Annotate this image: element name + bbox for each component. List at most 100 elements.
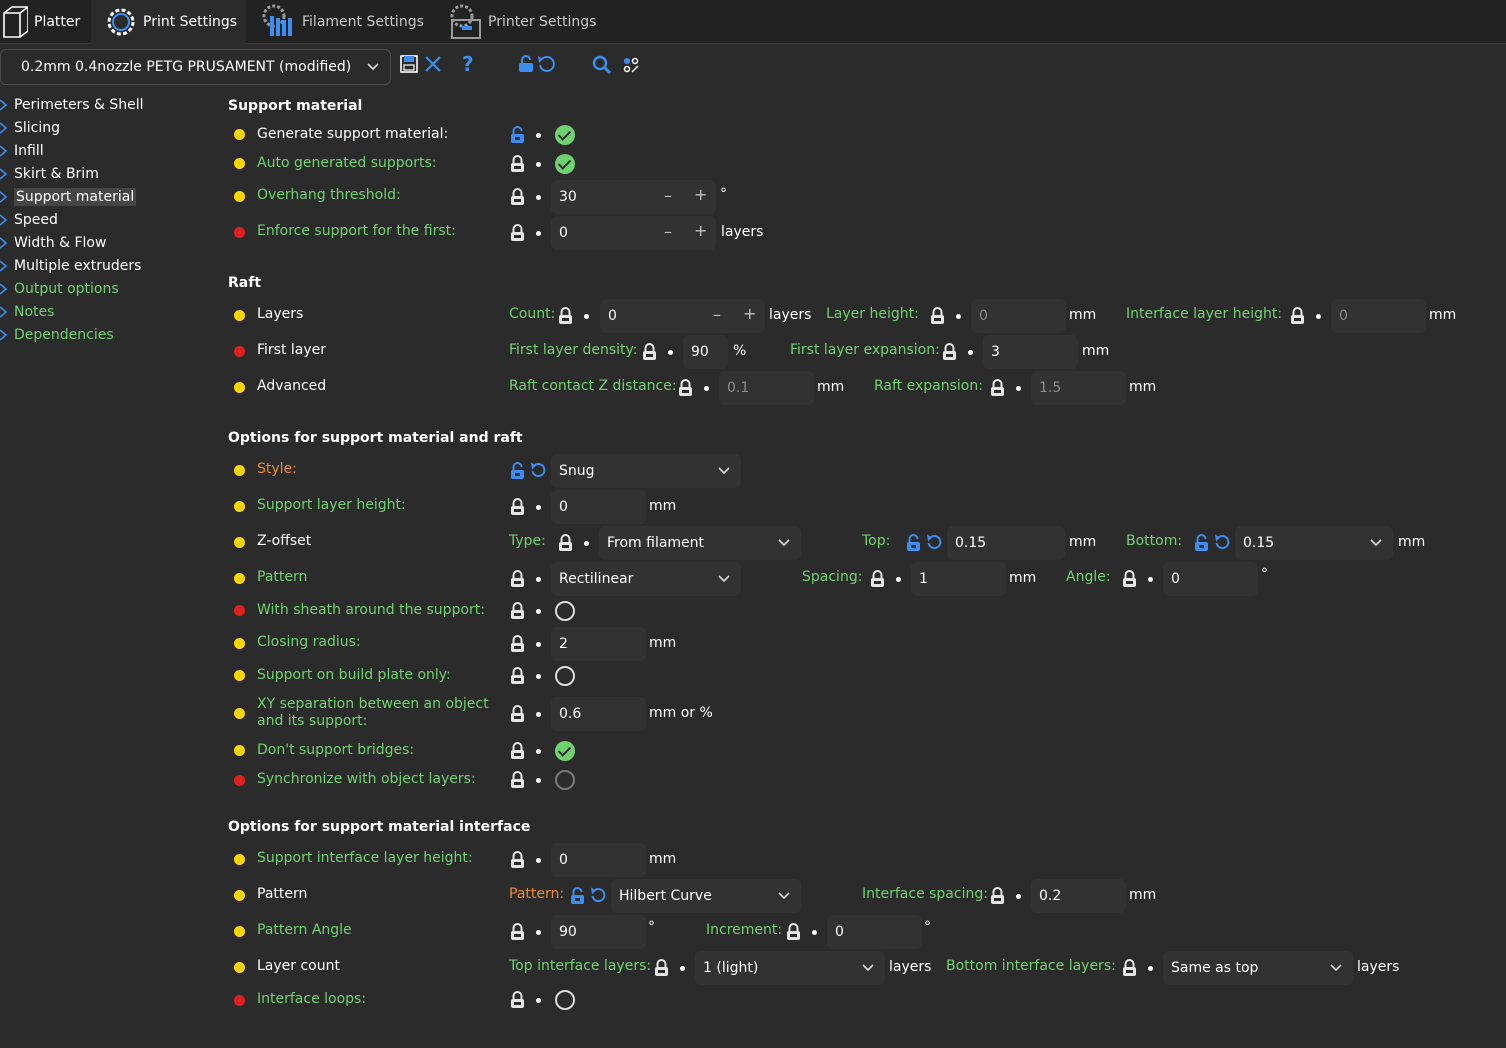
- sidebar-item[interactable]: Infill: [0, 140, 44, 162]
- lock-icon[interactable]: [930, 307, 945, 329]
- lock-icon[interactable]: [786, 923, 801, 945]
- raft-expansion-input[interactable]: 1.5: [1031, 371, 1126, 405]
- tab-print-settings[interactable]: Print Settings: [91, 0, 246, 44]
- checkbox-unchecked[interactable]: [555, 770, 575, 790]
- minus-button[interactable]: –: [664, 186, 672, 205]
- lock-icon[interactable]: [510, 705, 525, 727]
- plus-button[interactable]: +: [694, 185, 707, 204]
- compare-icon[interactable]: [622, 56, 640, 78]
- lock-icon[interactable]: [510, 635, 525, 657]
- interface-spacing-input[interactable]: 0.2: [1031, 879, 1126, 913]
- lock-icon[interactable]: [1122, 570, 1137, 592]
- zoffset-type-dropdown[interactable]: From filament: [599, 526, 801, 560]
- spacing-input[interactable]: 1: [911, 562, 1006, 596]
- sidebar-item[interactable]: Speed: [0, 209, 58, 231]
- unlock-icon[interactable]: [510, 126, 525, 148]
- sidebar-item[interactable]: Perimeters & Shell: [0, 94, 144, 116]
- enforce-layers-input[interactable]: 0 – +: [551, 216, 716, 250]
- tab-platter[interactable]: Platter: [0, 0, 90, 44]
- undo-icon[interactable]: [590, 886, 606, 908]
- sidebar-item-label: Multiple extruders: [14, 258, 142, 274]
- lock-icon[interactable]: [510, 224, 525, 246]
- lock-icon[interactable]: [510, 570, 525, 592]
- lock-icon[interactable]: [870, 570, 885, 592]
- sidebar-item[interactable]: Dependencies: [0, 324, 114, 346]
- interface-height-input[interactable]: 0: [551, 843, 646, 877]
- lock-icon[interactable]: [510, 602, 525, 624]
- sidebar-item[interactable]: Width & Flow: [0, 232, 106, 254]
- lock-icon[interactable]: [510, 771, 525, 793]
- lock-icon[interactable]: [510, 923, 525, 945]
- undo-icon[interactable]: [926, 533, 942, 555]
- minus-button[interactable]: –: [713, 305, 721, 324]
- lock-icon[interactable]: [942, 343, 957, 365]
- lock-icon[interactable]: [518, 55, 534, 77]
- raft-interface-height-input[interactable]: 0: [1331, 299, 1426, 333]
- checkbox-unchecked[interactable]: [555, 666, 575, 686]
- interface-pattern-dropdown[interactable]: Hilbert Curve: [611, 879, 801, 913]
- save-icon[interactable]: [400, 55, 418, 77]
- increment-input[interactable]: 0: [827, 915, 922, 949]
- sidebar-item[interactable]: Output options: [0, 278, 119, 300]
- lock-icon[interactable]: [654, 959, 669, 981]
- sidebar-item[interactable]: Notes: [0, 301, 54, 323]
- raft-contact-z-input[interactable]: 0.1: [719, 371, 814, 405]
- top-interface-layers-dropdown[interactable]: 1 (light): [695, 951, 885, 985]
- first-layer-density-input[interactable]: 90: [683, 335, 728, 369]
- lock-icon[interactable]: [990, 379, 1005, 401]
- sidebar-item[interactable]: Support material: [0, 186, 137, 208]
- zoffset-bottom-dropdown[interactable]: 0.15: [1235, 526, 1393, 560]
- closing-radius-input[interactable]: 2: [551, 627, 646, 661]
- lock-icon[interactable]: [510, 991, 525, 1013]
- checkbox-checked[interactable]: [555, 125, 575, 145]
- checkbox-checked[interactable]: [555, 154, 575, 174]
- checkbox-checked[interactable]: [555, 741, 575, 761]
- preset-dropdown[interactable]: 0.2mm 0.4nozzle PETG PRUSAMENT (modified…: [0, 49, 391, 85]
- overhang-input[interactable]: 30 – +: [551, 180, 716, 214]
- help-icon[interactable]: ?: [462, 52, 474, 76]
- first-layer-expansion-input[interactable]: 3: [983, 335, 1078, 369]
- pattern-angle-input[interactable]: 90: [551, 915, 646, 949]
- lock-icon[interactable]: [990, 887, 1005, 909]
- lock-icon[interactable]: [1290, 307, 1305, 329]
- checkbox-unchecked[interactable]: [555, 601, 575, 621]
- angle-input[interactable]: 0: [1163, 562, 1258, 596]
- unlock-icon[interactable]: [906, 534, 921, 556]
- minus-button[interactable]: –: [664, 222, 672, 241]
- checkbox-unchecked[interactable]: [555, 990, 575, 1010]
- unlock-icon[interactable]: [570, 887, 585, 909]
- lock-icon[interactable]: [510, 742, 525, 764]
- lock-icon[interactable]: [558, 534, 573, 556]
- lock-icon[interactable]: [510, 667, 525, 689]
- undo-icon[interactable]: [537, 54, 555, 78]
- sidebar-item[interactable]: Multiple extruders: [0, 255, 141, 277]
- raft-layer-height-input[interactable]: 0: [971, 299, 1066, 333]
- plus-button[interactable]: +: [743, 304, 756, 323]
- lock-icon[interactable]: [642, 343, 657, 365]
- search-icon[interactable]: [592, 55, 612, 79]
- unlock-icon[interactable]: [1194, 534, 1209, 556]
- tab-printer-settings[interactable]: Printer Settings: [446, 0, 606, 44]
- undo-icon[interactable]: [530, 461, 546, 483]
- delete-icon[interactable]: [424, 55, 442, 77]
- undo-icon[interactable]: [1214, 533, 1230, 555]
- tab-filament-settings[interactable]: Filament Settings: [260, 0, 435, 44]
- lock-icon[interactable]: [1122, 959, 1137, 981]
- lock-icon[interactable]: [510, 188, 525, 210]
- zoffset-top-input[interactable]: 0.15: [947, 526, 1065, 560]
- support-layer-height-input[interactable]: 0: [551, 490, 646, 524]
- xy-separation-input[interactable]: 0.6: [551, 697, 646, 731]
- lock-icon[interactable]: [558, 307, 573, 329]
- raft-count-input[interactable]: 0 – +: [600, 299, 765, 333]
- lock-icon[interactable]: [678, 379, 693, 401]
- sidebar-item[interactable]: Skirt & Brim: [0, 163, 99, 185]
- pattern-dropdown[interactable]: Rectilinear: [551, 562, 741, 596]
- style-dropdown[interactable]: Snug: [551, 454, 741, 488]
- lock-icon[interactable]: [510, 851, 525, 873]
- lock-icon[interactable]: [510, 155, 525, 177]
- sidebar-item[interactable]: Slicing: [0, 117, 60, 139]
- lock-icon[interactable]: [510, 498, 525, 520]
- bottom-interface-layers-dropdown[interactable]: Same as top: [1163, 951, 1353, 985]
- unlock-icon[interactable]: [510, 462, 525, 484]
- plus-button[interactable]: +: [694, 221, 707, 240]
